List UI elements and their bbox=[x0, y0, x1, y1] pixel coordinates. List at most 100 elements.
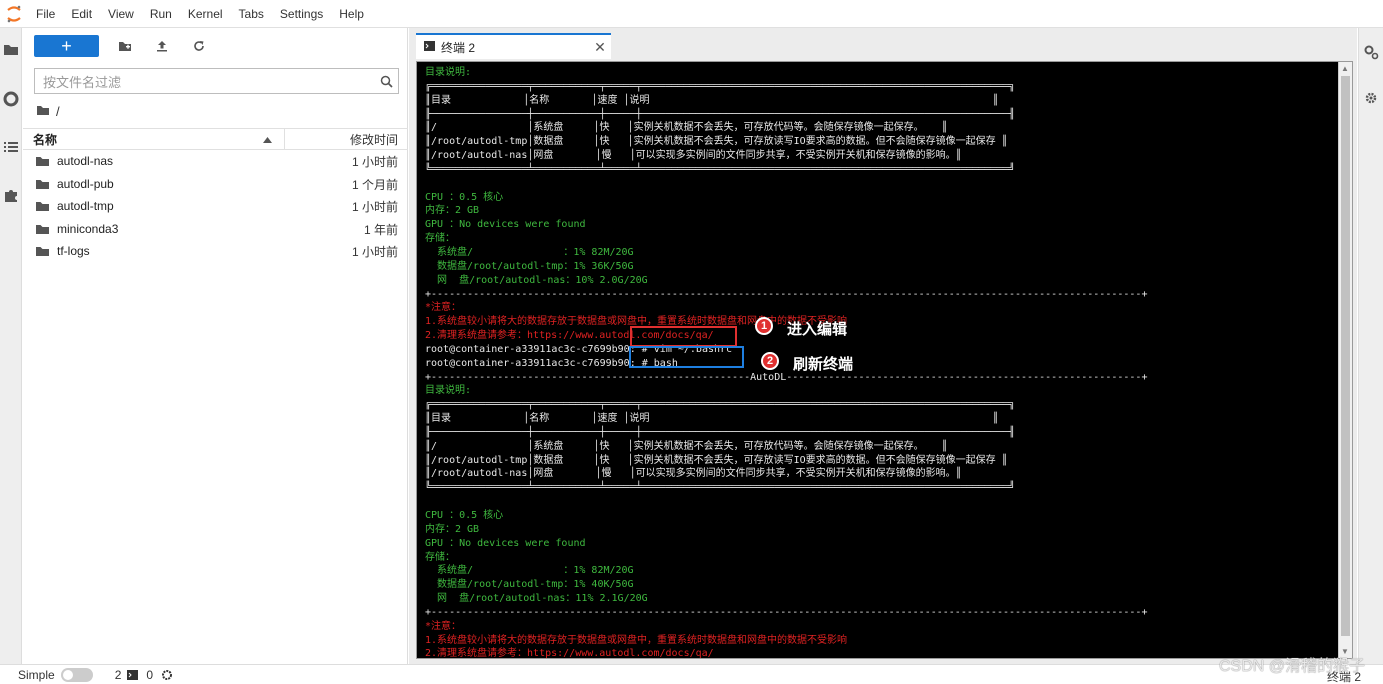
folder-icon bbox=[36, 156, 50, 167]
file-browser-panel: + 按文件名过滤 / 名称 修改时间 autodl-nas 1 小时前 auto… bbox=[23, 28, 408, 664]
folder-icon bbox=[36, 179, 50, 190]
property-inspector-gear-icon[interactable] bbox=[1362, 43, 1380, 61]
terminal-line: 系统盘/ ：1% 82M/20G bbox=[425, 246, 634, 258]
new-launcher-button[interactable]: + bbox=[34, 35, 99, 57]
terminal-line: GPU ：No devices were found bbox=[425, 219, 586, 231]
menu-file[interactable]: File bbox=[28, 0, 63, 28]
tab-terminal-2[interactable]: 终端 2 ✕ bbox=[416, 33, 611, 59]
watermark: CSDN @滑稽的猴子 bbox=[1218, 658, 1365, 675]
terminal-line: 目录说明: bbox=[425, 67, 472, 78]
annotation-box-refresh bbox=[629, 346, 744, 368]
file-name: autodl-nas bbox=[57, 154, 114, 168]
terminal-line: 存储： bbox=[425, 551, 455, 563]
extension-puzzle-icon[interactable] bbox=[0, 184, 22, 206]
menubar: File Edit View Run Kernel Tabs Settings … bbox=[0, 0, 1383, 28]
terminal-line: root@container-a33911ac3c-c7699b90: # ba… bbox=[425, 357, 678, 369]
terminal-line: +---------------------------------------… bbox=[425, 288, 1148, 300]
breadcrumb-root[interactable]: / bbox=[56, 104, 60, 119]
sort-ascending-icon bbox=[263, 132, 272, 146]
scroll-up-icon[interactable]: ▲ bbox=[1341, 64, 1349, 73]
file-name: autodl-pub bbox=[57, 177, 114, 191]
home-folder-icon[interactable] bbox=[36, 104, 50, 119]
menu-settings[interactable]: Settings bbox=[272, 0, 331, 28]
annotation-label-refresh: 刷新终端 bbox=[793, 356, 854, 373]
close-icon[interactable]: ✕ bbox=[589, 39, 611, 56]
file-row[interactable]: autodl-tmp 1 小时前 bbox=[23, 195, 408, 217]
kernel-gear-icon bbox=[161, 669, 173, 681]
main-dock-area: 终端 2 ✕ 目录说明: ╔════════════════╤══════════… bbox=[409, 28, 1357, 664]
filename-filter-input[interactable]: 按文件名过滤 bbox=[34, 68, 399, 94]
menu-edit[interactable]: Edit bbox=[63, 0, 100, 28]
terminal-line: 数据盘/root/autodl-tmp：1% 40K/50G bbox=[425, 579, 634, 591]
terminal-line: +---------------------------------------… bbox=[425, 606, 1148, 618]
terminal-line: CPU ：0.5 核心 bbox=[425, 191, 504, 203]
column-name-header[interactable]: 名称 bbox=[23, 128, 285, 150]
scrollbar-thumb[interactable] bbox=[1341, 76, 1350, 636]
terminal-line: ╔════════════════╤═══════════╤═════╤════… bbox=[425, 80, 1016, 92]
file-row[interactable]: miniconda3 1 年前 bbox=[23, 218, 408, 240]
debugger-gear-icon[interactable] bbox=[1362, 89, 1380, 107]
terminal-line: GPU ：No devices were found bbox=[425, 537, 586, 549]
simple-mode-toggle[interactable] bbox=[60, 667, 93, 682]
annotation-label-edit: 进入编辑 bbox=[787, 321, 848, 338]
simple-mode-label: Simple bbox=[18, 667, 55, 682]
terminal-line: *注意： bbox=[425, 620, 462, 632]
folder-icon bbox=[36, 224, 50, 235]
terminal-screen[interactable]: 目录说明: ╔════════════════╤═══════════╤═════… bbox=[416, 61, 1353, 659]
terminal-line: 1.系统盘较小请将大的数据存放于数据盘或网盘中，重置系统时数据盘和网盘中的数据不… bbox=[425, 634, 848, 646]
menu-help[interactable]: Help bbox=[331, 0, 372, 28]
menu-view[interactable]: View bbox=[100, 0, 142, 28]
terminal-line: ╟────────────────┼───────────┼─────┼────… bbox=[425, 426, 1016, 438]
terminal-line: 内存：2 GB bbox=[425, 205, 480, 217]
jupyterlab-app: File Edit View Run Kernel Tabs Settings … bbox=[0, 0, 1383, 684]
running-icon[interactable] bbox=[0, 88, 22, 110]
terminal-line: 网 盘/root/autodl-nas：11% 2.1G/20G bbox=[425, 593, 648, 605]
upload-icon[interactable] bbox=[151, 35, 173, 57]
left-sidebar bbox=[0, 28, 22, 664]
terminal-line: CPU ：0.5 核心 bbox=[425, 510, 504, 521]
terminal-line: 存储： bbox=[425, 233, 455, 245]
terminal-line: 系统盘/ ：1% 82M/20G bbox=[425, 565, 634, 577]
refresh-icon[interactable] bbox=[188, 35, 210, 57]
annotation-box-edit bbox=[630, 326, 737, 347]
menu-run[interactable]: Run bbox=[142, 0, 180, 28]
terminal-line: ║/root/autodl-nas│网盘 │慢 │可以实现多实例间的文件同步共享… bbox=[425, 468, 962, 480]
file-row[interactable]: tf-logs 1 小时前 bbox=[23, 240, 408, 262]
terminal-line: 2.清理系统盘请参考：https://www.autodl.com/docs/q… bbox=[425, 330, 714, 342]
file-row[interactable]: autodl-nas 1 小时前 bbox=[23, 150, 408, 172]
terminal-count[interactable]: 2 bbox=[115, 668, 122, 682]
search-icon bbox=[374, 75, 398, 88]
file-modified: 1 小时前 bbox=[351, 154, 398, 169]
menu-kernel[interactable]: Kernel bbox=[180, 0, 231, 28]
terminal-line: ║/root/autodl-tmp│数据盘 │快 │实例关机数据不会丢失，可存放… bbox=[425, 454, 1008, 466]
annotation-number-2: 2 bbox=[761, 352, 779, 370]
terminal-line: 目录说明: bbox=[425, 385, 472, 397]
new-folder-icon[interactable] bbox=[114, 35, 136, 57]
status-bar: Simple 2 0 终端 2 bbox=[0, 664, 1383, 684]
terminal-line: ║目录 │名称 │速度 │说明 ║ bbox=[425, 413, 999, 425]
right-sidebar bbox=[1358, 28, 1383, 664]
folder-icon[interactable] bbox=[0, 38, 22, 60]
file-modified: 1 个月前 bbox=[351, 177, 398, 192]
file-list-header: 名称 修改时间 bbox=[23, 128, 408, 150]
file-name: tf-logs bbox=[57, 244, 90, 258]
terminal-line: ║/ │系统盘 │快 │实例关机数据不会丢失，可存放代码等。会随保存镜像一起保存… bbox=[425, 440, 948, 452]
file-row[interactable]: autodl-pub 1 个月前 bbox=[23, 173, 408, 195]
breadcrumb: / bbox=[36, 102, 60, 120]
file-modified: 1 小时前 bbox=[351, 199, 398, 214]
commands-icon[interactable] bbox=[0, 136, 22, 158]
terminal-icon bbox=[424, 40, 435, 54]
terminal-line: ║目录 │名称 │速度 │说明 ║ bbox=[425, 94, 999, 106]
terminal-line: ╟────────────────┼───────────┼─────┼────… bbox=[425, 108, 1016, 120]
menu-tabs[interactable]: Tabs bbox=[231, 0, 272, 28]
file-modified: 1 小时前 bbox=[351, 244, 398, 259]
terminal-scrollbar[interactable]: ▲ ▼ bbox=[1338, 62, 1352, 658]
terminal-line: ╚════════════════╧═══════════╧═════╧════… bbox=[425, 482, 1016, 494]
folder-icon bbox=[36, 201, 50, 212]
column-modified-header[interactable]: 修改时间 bbox=[285, 131, 408, 148]
terminal-line: ╚════════════════╧═══════════╧═════╧════… bbox=[425, 163, 1016, 175]
terminal-line: +---------------------------------------… bbox=[425, 371, 1148, 383]
kernel-count[interactable]: 0 bbox=[146, 668, 153, 682]
folder-icon bbox=[36, 246, 50, 257]
